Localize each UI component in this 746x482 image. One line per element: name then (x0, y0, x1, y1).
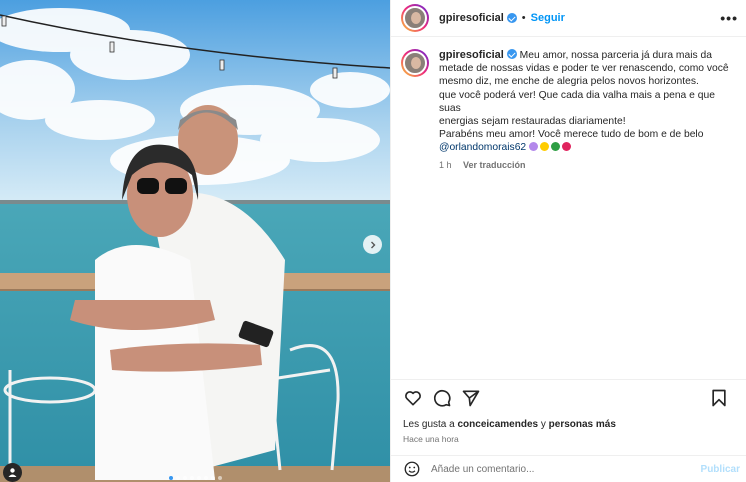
caption-username[interactable]: gpiresoficial (439, 49, 504, 61)
comment-bar: Publicar (391, 455, 746, 482)
carousel-dot (196, 476, 201, 480)
chevron-right-icon (370, 241, 375, 248)
carousel-dot (210, 476, 215, 480)
instagram-post: gpiresoficial • Seguir ••• gpiresoficial… (0, 0, 746, 482)
post-time: Hace una hora (403, 434, 459, 444)
caption-body: gpiresoficial Meu amor, nossa parceria j… (439, 49, 736, 172)
author-username[interactable]: gpiresoficial (439, 12, 504, 24)
caption-line-1: Meu amor, nossa parceria já dura mais da (519, 50, 712, 61)
author-avatar[interactable] (401, 4, 429, 32)
caption-time: 1 h (439, 159, 452, 170)
caption-line-3: mesmo diz, me enche de alegria pelos nov… (439, 76, 699, 88)
post-header: gpiresoficial • Seguir ••• (391, 0, 746, 37)
share-icon[interactable] (461, 388, 481, 408)
carousel-dot (217, 476, 222, 480)
caption-line-5: energias sejam restauradas diariamente! (439, 116, 626, 128)
caption-line-7: @orlandomorais62 (439, 141, 736, 154)
tagged-users-button[interactable] (3, 463, 22, 482)
caption-avatar[interactable] (401, 49, 429, 77)
more-options-icon[interactable]: ••• (720, 10, 738, 26)
likes-summary: Les gusta a conceicamendes y personas má… (403, 419, 616, 430)
emoji-picker-icon[interactable] (403, 460, 421, 478)
post-actions (391, 379, 746, 415)
caption-line-6: Parabéns meu amor! Você merece tudo de b… (439, 129, 704, 141)
flower-emoji-icon (529, 142, 539, 152)
separator-dot: • (521, 12, 526, 24)
carousel-dot (175, 476, 180, 480)
comment-input[interactable] (431, 463, 681, 475)
verified-badge-icon (506, 13, 517, 23)
next-photo-button[interactable] (363, 235, 382, 254)
verified-badge-icon (506, 49, 517, 59)
post-photo[interactable] (0, 0, 390, 482)
clover-emoji-icon (551, 142, 561, 152)
publish-button[interactable]: Publicar (701, 464, 740, 475)
likes-prefix: Les gusta a (403, 419, 458, 430)
likes-others-link[interactable]: personas más (549, 419, 616, 430)
mention-link[interactable]: @orlandomorais62 (439, 142, 526, 153)
caption-line-2: metade de nossas vidas e poder te ver re… (439, 63, 729, 75)
heart-emoji-icon (562, 142, 572, 152)
translate-link[interactable]: Ver traducción (463, 160, 526, 170)
likes-middle: y (538, 419, 549, 430)
carousel-dots (0, 476, 390, 480)
caption-meta: 1 h Ver traducción (439, 159, 736, 172)
sun-emoji-icon (540, 142, 550, 152)
likes-user-link[interactable]: conceicamendes (457, 419, 538, 430)
post-caption: gpiresoficial Meu amor, nossa parceria j… (391, 37, 746, 172)
carousel-dot (203, 476, 208, 480)
carousel-dot (182, 476, 187, 480)
bookmark-icon[interactable] (709, 388, 729, 408)
heart-icon[interactable] (403, 388, 423, 408)
carousel-dot (189, 476, 194, 480)
caption-line-4: que você poderá ver! Que cada dia valha … (439, 89, 715, 114)
follow-button[interactable]: Seguir (531, 12, 565, 24)
carousel-dot (168, 476, 173, 480)
comment-icon[interactable] (432, 388, 452, 408)
user-icon (8, 468, 17, 477)
post-sidebar: gpiresoficial • Seguir ••• gpiresoficial… (390, 0, 746, 482)
photo-scene (0, 0, 390, 482)
